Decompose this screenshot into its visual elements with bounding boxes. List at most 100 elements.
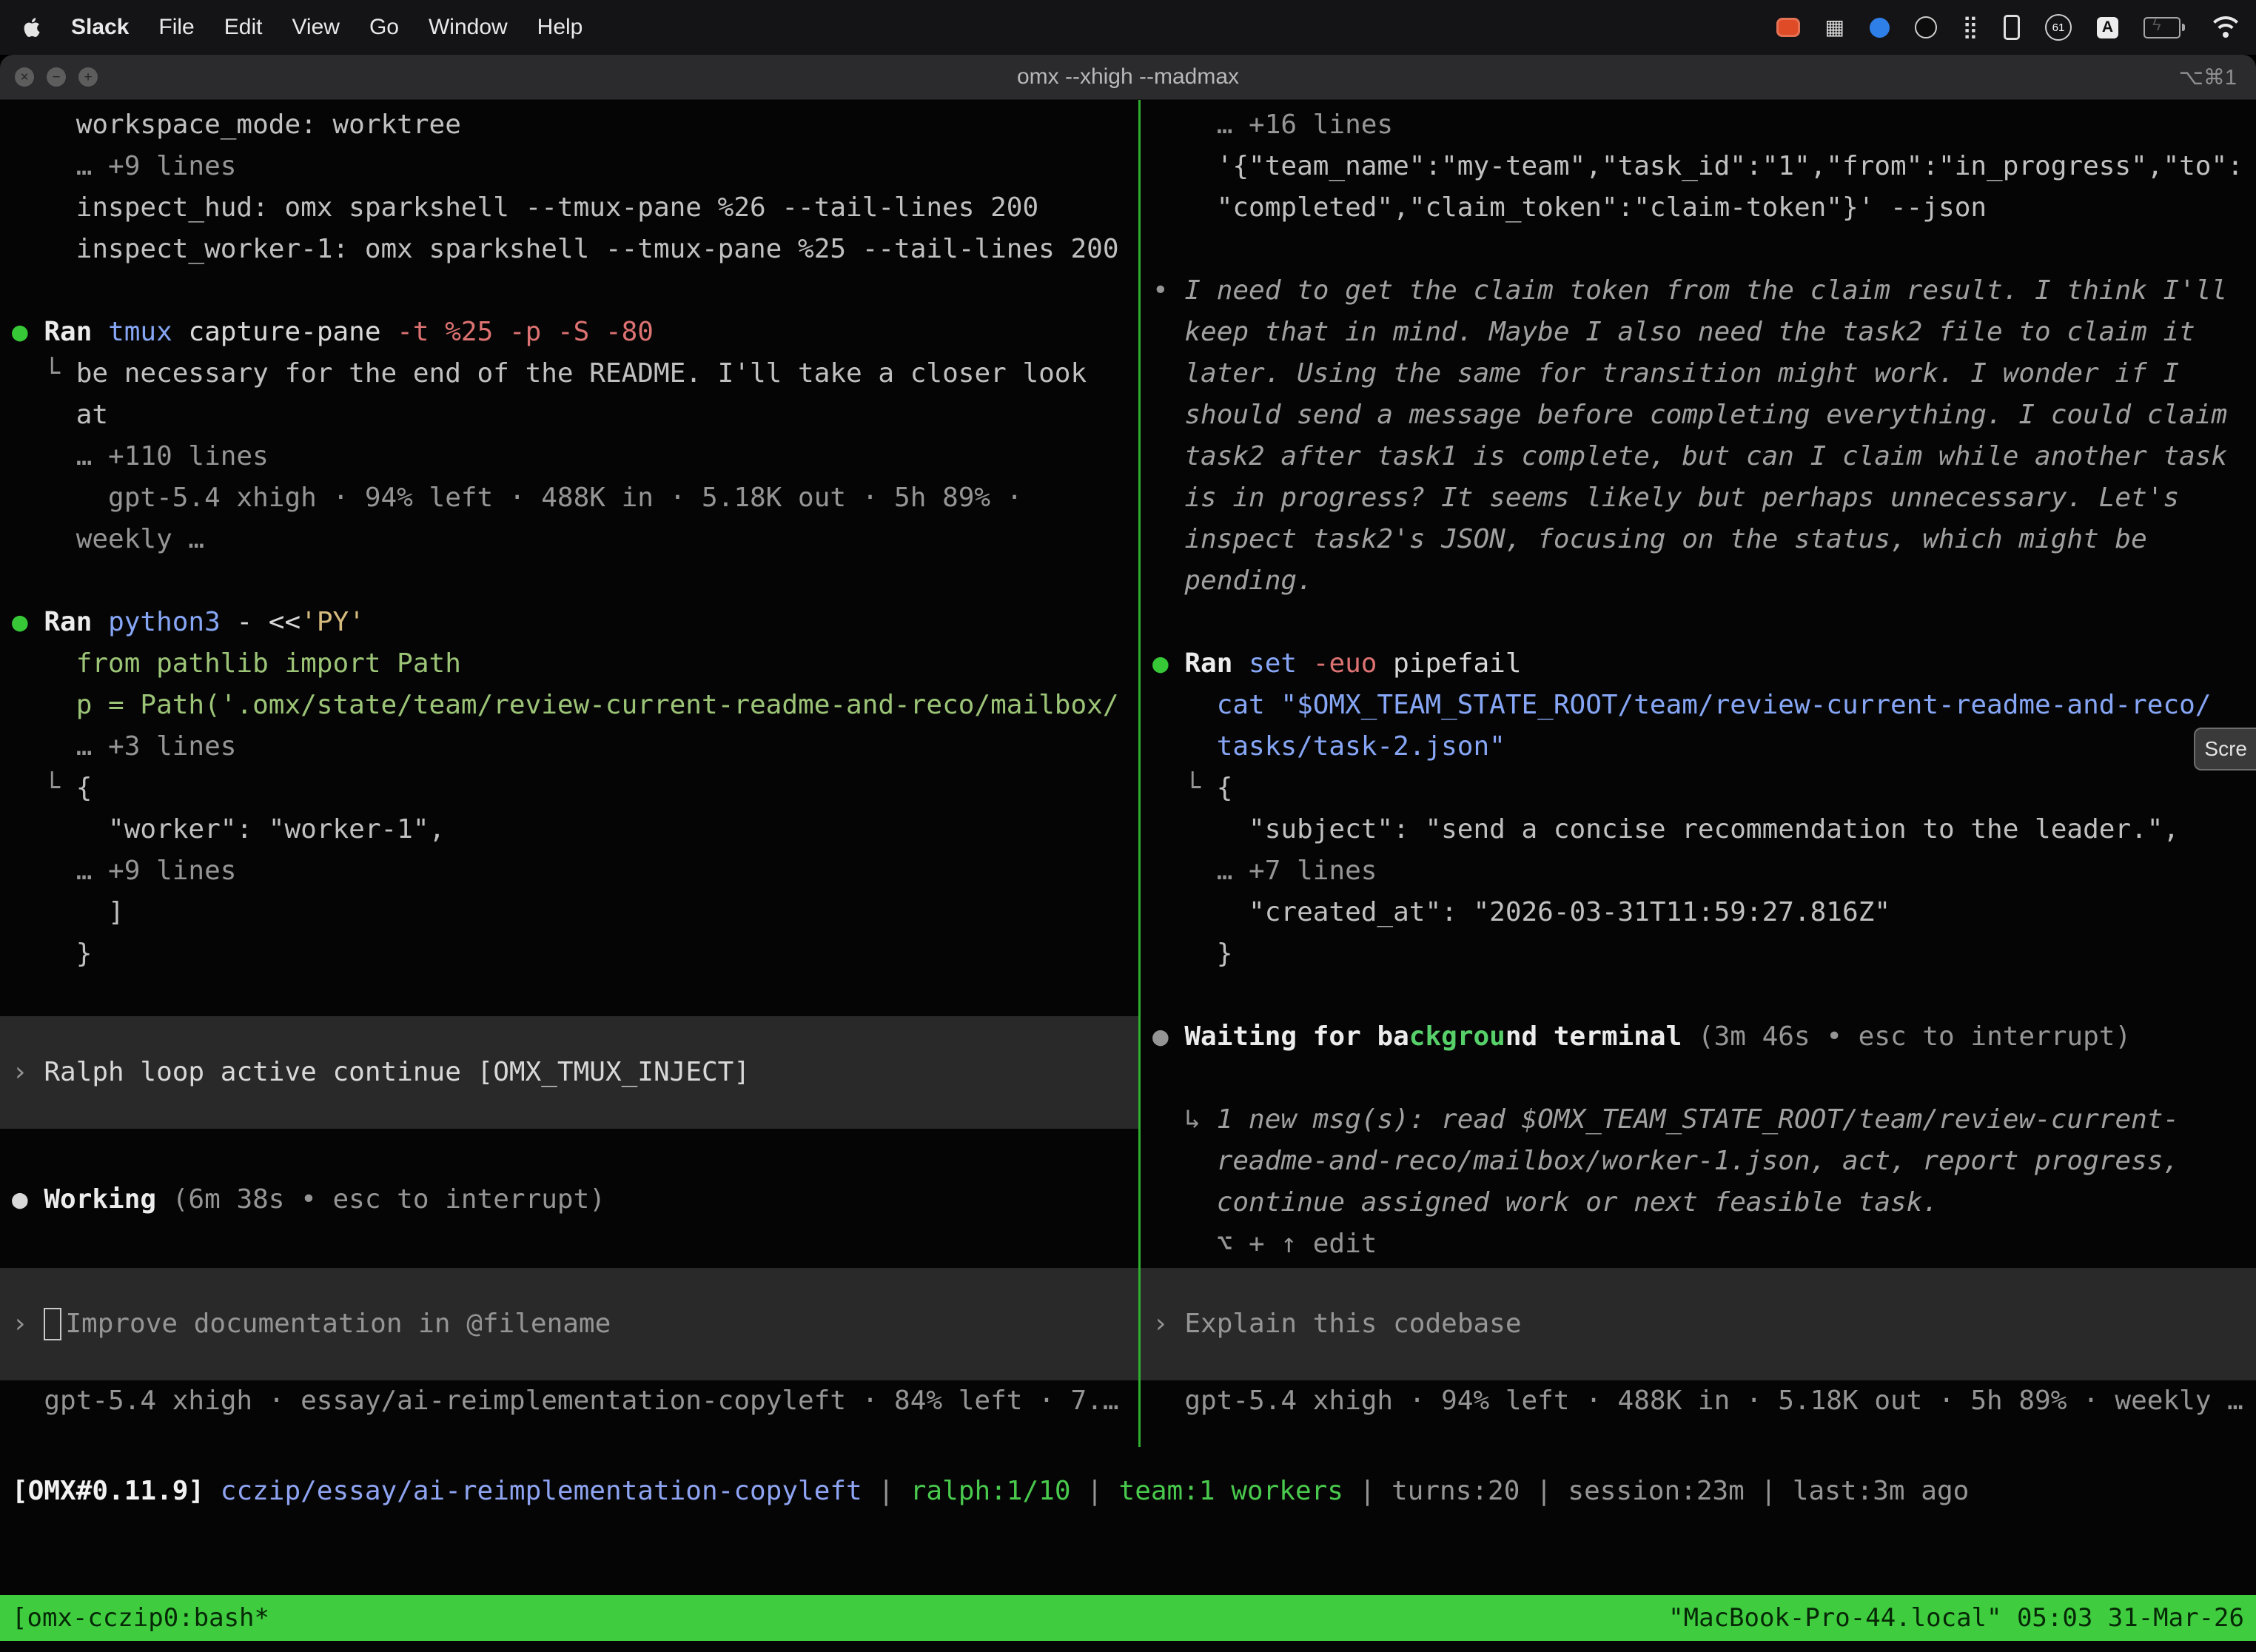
text-segment: { [1217,773,1233,803]
window-title: omx --xhigh --madmax [0,64,2256,90]
wifi-icon[interactable] [2210,16,2241,38]
terminal-line: '{"team_name":"my-team","task_id":"1","f… [1141,146,2256,187]
menu-edit[interactable]: Edit [224,15,263,40]
ran-tmux-command: ● Ran tmux capture-pane -t %25 -p -S -80 [0,312,1138,353]
model-status-left: gpt-5.4 xhigh · essay/ai-reimplementatio… [0,1380,1138,1422]
screenshot-overlay[interactable]: Scre [2194,728,2256,770]
terminal-line: └ { [1141,768,2256,809]
terminal-line: later. Using the same for transition mig… [1141,353,2256,394]
screen-recording-icon[interactable] [1776,18,1800,37]
tmux-status-bar: [omx-cczip0:bash* "MacBook-Pro-44.local"… [0,1595,2256,1641]
terminal-line: … +16 lines [1141,104,2256,146]
text-segment: session:23m [1568,1476,1744,1506]
menu-app-name[interactable]: Slack [71,15,129,40]
text-segment: ● [1152,1021,1184,1052]
terminal-line: ] [0,892,1138,933]
menu-view[interactable]: View [292,15,339,40]
text-segment: … +7 lines [1152,856,1377,886]
terminal-line [1141,1058,2256,1099]
text-segment: Ran [1184,648,1249,679]
terminal-line: inspect task2's JSON, focusing on the st… [1141,519,2256,560]
text-segment: › [12,1303,44,1345]
terminal-line: is in progress? It seems likely but perh… [1141,477,2256,519]
traffic-lights: × − + [0,67,98,87]
text-segment: inspect task2's JSON, focusing on the st… [1152,524,2147,554]
text-segment: { [76,773,93,803]
window-titlebar[interactable]: × − + omx --xhigh --madmax ⌥⌘1 [0,55,2256,100]
text-segment: ● [12,317,44,347]
text-segment: '{"team_name":"my-team","task_id":"1","f… [1152,151,2243,181]
terminal-right-pane[interactable]: … +16 lines '{"team_name":"my-team","tas… [1141,100,2256,1422]
apple-menu-icon[interactable] [22,16,41,38]
text-segment: p = Path('.omx/state/team/review-current… [12,690,1119,720]
text-segment: Working [44,1184,172,1215]
close-button[interactable]: × [15,67,34,87]
text-segment: -euo [1313,648,1393,679]
text-segment: › [1152,1303,1184,1345]
dark-app-icon[interactable] [1915,16,1937,38]
text-segment: ⌥ + ↑ edit [1152,1229,1377,1259]
text-segment: [OMX#0.11.9] [12,1476,221,1506]
text-segment: keep that in mind. Maybe I also need the… [1152,317,2195,347]
omx-status-line: [OMX#0.11.9] cczip/essay/ai-reimplementa… [0,1471,2256,1512]
terminal-line: workspace_mode: worktree [0,104,1138,146]
overlay-label: Scre [2204,737,2247,761]
text-cursor [44,1308,61,1340]
terminal-line: } [1141,933,2256,975]
terminal-line: "worker": "worker-1", [0,809,1138,850]
text-segment: | [1520,1476,1568,1506]
text-segment: workspace_mode: worktree [12,110,461,140]
text-segment: set [1249,648,1313,679]
zoom-button[interactable]: + [78,67,98,87]
composer-input-left[interactable]: › Improve documentation in @filename [0,1268,1138,1380]
text-segment: nd terminal [1505,1021,1698,1052]
grid-app-icon[interactable]: ▦ [1825,17,1844,38]
battery-icon[interactable]: ϟ [2143,17,2185,38]
menu-window[interactable]: Window [429,15,508,40]
terminal-left-pane[interactable]: workspace_mode: worktree … +9 lines insp… [0,100,1138,1422]
menu-go[interactable]: Go [369,15,399,40]
text-segment: "subject": "send a concise recommendatio… [1152,814,2179,845]
model-status-right: gpt-5.4 xhigh · 94% left · 488K in · 5.1… [1141,1380,2256,1422]
text-segment: later. Using the same for transition mig… [1152,358,2179,389]
input-source-letter: A [2102,19,2113,36]
text-segment: Waiting for ba [1184,1021,1409,1052]
text-segment: ] [12,897,124,927]
terminal-line: ⌥ + ↑ edit [1141,1223,2256,1265]
text-segment: └ [1152,773,1217,803]
text-segment: Ran [44,317,108,347]
text-segment: last:3m ago [1793,1476,1969,1506]
menu-bar-left: Slack File Edit View Go Window Help [0,15,583,40]
text-segment: readme-and-reco/mailbox/worker-1.json, a… [1152,1146,2179,1176]
charging-bolt-icon: ϟ [2152,16,2161,35]
input-source-icon[interactable]: A [2097,17,2118,38]
terminal-line: at [0,394,1138,436]
blue-app-icon[interactable] [1870,18,1890,38]
terminal-line: task2 after task1 is complete, but can I… [1141,436,2256,477]
text-segment: is in progress? It seems likely but perh… [1152,483,2179,513]
text-segment: Ran [44,607,108,637]
text-segment: ● [12,607,44,637]
menu-help[interactable]: Help [537,15,583,40]
text-segment: -t %25 -p -S -80 [397,317,654,347]
minimize-button[interactable]: − [47,67,66,87]
text-segment: capture-pane [188,317,397,347]
text-segment: Ralph loop active continue [OMX_TMUX_INJ… [44,1052,750,1093]
text-segment: ckgrou [1409,1021,1505,1052]
terminal-line [1141,975,2256,1016]
text-segment: | [1745,1476,1793,1506]
text-segment: ↳ [1152,1104,1217,1135]
phone-icon[interactable] [2004,15,2020,40]
text-segment: ● [1152,648,1184,679]
text-segment: from pathlib import Path [12,648,461,679]
text-segment: pending. [1152,565,1313,596]
dots-grid-icon[interactable]: ⣿ [1962,16,1978,38]
menu-file[interactable]: File [158,15,194,40]
terminal-line: keep that in mind. Maybe I also need the… [1141,312,2256,353]
composer-input-right[interactable]: › Explain this codebase [1141,1268,2256,1380]
terminal-line [0,975,1138,1016]
battery-percent-badge[interactable]: 61 [2045,14,2072,41]
menu-bar-status: ▦ ⣿ 61 A ϟ [1776,14,2256,41]
text-segment: "worker": "worker-1", [12,814,445,845]
text-segment: continue assigned work or next feasible … [1152,1187,1938,1218]
